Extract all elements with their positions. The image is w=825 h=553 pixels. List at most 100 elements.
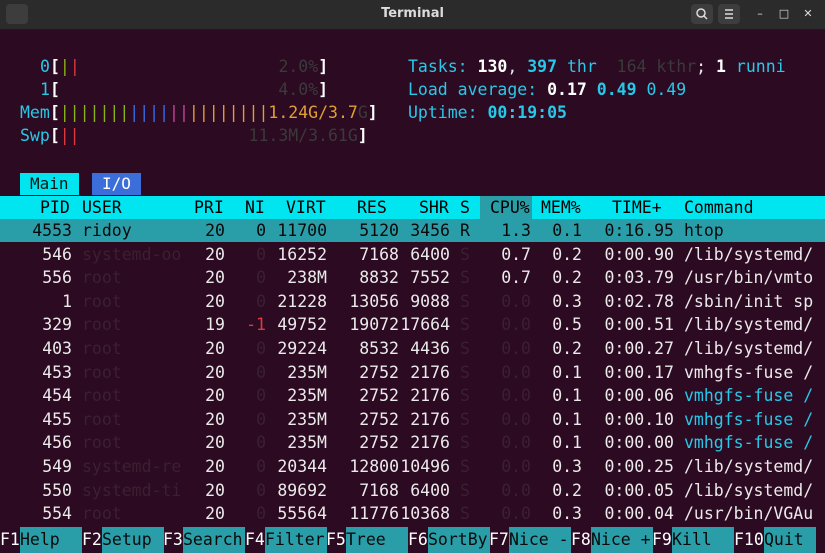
- cell-shr: 10496: [400, 457, 450, 476]
- cell-virt: 55564: [277, 504, 327, 524]
- cell-pid: 549: [42, 457, 72, 476]
- cell-user: root: [82, 315, 122, 335]
- cell-user: root: [82, 362, 122, 382]
- cell-pid: 546: [42, 244, 72, 264]
- cell-pid: 550: [42, 480, 72, 500]
- cell-ni: 0: [256, 386, 266, 406]
- cell-pri: 20: [205, 339, 225, 358]
- col-cpu[interactable]: CPU%: [480, 196, 532, 219]
- col-user[interactable]: USER: [82, 196, 122, 219]
- cell-s: R: [460, 221, 470, 240]
- fkey-f2-button[interactable]: Setup: [102, 527, 164, 553]
- fkey-f6-button[interactable]: SortBy: [428, 527, 490, 553]
- cell-res: 2752: [359, 433, 399, 453]
- table-row[interactable]: 329 root 19 -1 49752 19072 17664 S 0.0 0.5 0:00.51…: [0, 313, 825, 336]
- cell-user: systemd-re: [82, 457, 182, 476]
- table-row[interactable]: 554 root 20 0 55564 11776 10368 S 0.0 0.3 0:00.04 /…: [0, 502, 825, 525]
- fkey-f7-button[interactable]: Nice -: [509, 527, 571, 553]
- cell-pri: 20: [205, 409, 225, 429]
- window-titlebar: Terminal – □ ✕: [0, 0, 825, 30]
- cell-shr: 2176: [410, 433, 450, 453]
- menu-icon[interactable]: [718, 4, 740, 24]
- table-row[interactable]: 1 root 20 0 21228 13056 9088 S 0.0 0.3 0:02.78/sbi…: [0, 290, 825, 313]
- cell-ni: 0: [256, 268, 266, 288]
- tab-main[interactable]: Main: [20, 173, 79, 195]
- fkey-f3: F3: [163, 530, 183, 549]
- cell-mem: 0.1: [552, 409, 582, 429]
- cell-pid: 453: [42, 362, 72, 382]
- cell-cmd: /usr/bin/vmto: [684, 268, 814, 288]
- table-row[interactable]: 549 systemd-re 20 0 20344 12800 10496 S 0.0 0.3 0:…: [0, 455, 825, 478]
- tasks-info: Tasks: 130, 397 thr 164 kthr; 1 runni: [408, 57, 786, 76]
- table-row[interactable]: 546 systemd-oo 20 0 16252 7168 6400 S 0.7 0.2 0:00…: [0, 243, 825, 266]
- cell-time: 0:16.95: [604, 221, 674, 240]
- table-row[interactable]: 403 root 20 0 29224 8532 4436 S 0.0 0.2 0:00.27/li…: [0, 337, 825, 360]
- cell-pri: 20: [205, 480, 225, 500]
- cell-virt: 29224: [277, 339, 327, 358]
- cell-user: root: [82, 291, 122, 311]
- cell-pid: 4553: [32, 221, 72, 240]
- cell-pid: 556: [42, 268, 72, 288]
- fkey-f5-button[interactable]: Tree: [346, 527, 408, 553]
- swap-meter: Swp[|| 11.3M/3.61G]: [20, 126, 368, 145]
- cell-mem: 0.3: [552, 291, 582, 311]
- col-pri[interactable]: PRI: [194, 196, 224, 219]
- col-mem[interactable]: MEM%: [541, 196, 581, 219]
- mem-meter: Mem[|||||||||||||||||||||1.24G/3.7G]: [20, 103, 378, 122]
- table-row[interactable]: 556 root 20 0 238M 8832 7552 S 0.7 0.2 0:03.79/usr…: [0, 266, 825, 289]
- fkey-f9-button[interactable]: Kill: [672, 527, 734, 553]
- col-shr[interactable]: SHR: [419, 196, 449, 219]
- col-s[interactable]: S: [460, 196, 470, 219]
- cell-mem: 0.1: [552, 386, 582, 406]
- cell-mem: 0.2: [552, 268, 582, 288]
- cell-s: S: [460, 504, 470, 524]
- fkey-f8-button[interactable]: Nice +: [591, 527, 653, 553]
- table-row[interactable]: 453 root 20 0 235M 2752 2176 S 0.0 0.1 0:00.17 vmhg…: [0, 361, 825, 384]
- col-time[interactable]: TIME+: [612, 196, 662, 219]
- cpu1-meter: 1[ 4.0%]: [40, 80, 329, 99]
- cell-pri: 20: [205, 244, 225, 264]
- cell-s: S: [460, 457, 470, 476]
- cell-s: S: [460, 362, 470, 382]
- col-command[interactable]: Command: [684, 196, 754, 219]
- table-row[interactable]: 550 systemd-ti 20 0 89692 7168 6400 S 0.0 0.2 0:00…: [0, 479, 825, 502]
- load-average-info: Load average: 0.17 0.49 0.49: [408, 80, 687, 99]
- cell-time: 0:00.05: [604, 480, 674, 500]
- cell-pid: 554: [42, 504, 72, 524]
- fkey-f1-button[interactable]: Help: [20, 527, 82, 553]
- table-row[interactable]: 456 root 20 0 235M 2752 2176 S 0.0 0.1 0:00.00 vmhg…: [0, 431, 825, 454]
- cell-cmd: /lib/systemd/: [684, 244, 814, 264]
- fkey-f3-button[interactable]: Search: [183, 527, 245, 553]
- col-virt[interactable]: VIRT: [286, 196, 326, 219]
- cell-res: 13056: [349, 291, 399, 311]
- cell-ni: -1: [246, 315, 266, 335]
- minimize-icon[interactable]: –: [752, 6, 768, 22]
- table-row[interactable]: 454 root 20 0 235M 2752 2176 S 0.0 0.1 0:00.06 vmhg…: [0, 384, 825, 407]
- cell-user: root: [82, 409, 122, 429]
- maximize-icon[interactable]: □: [776, 6, 792, 22]
- tab-io[interactable]: I/O: [92, 173, 141, 195]
- cell-s: S: [460, 291, 470, 311]
- close-icon[interactable]: ✕: [800, 6, 816, 22]
- cell-user: systemd-oo: [82, 244, 182, 264]
- fkey-f4-button[interactable]: Filter: [265, 527, 327, 553]
- cell-s: S: [460, 315, 470, 335]
- col-pid[interactable]: PID: [40, 196, 70, 219]
- cell-cmd: /lib/systemd/: [684, 315, 814, 335]
- table-row[interactable]: 4553 ridoy 20 0 11700 5120 3456 R 1.3 0.1 0:16.95 h…: [0, 219, 825, 242]
- cell-cpu: 0.0: [501, 433, 531, 453]
- cell-user: root: [82, 386, 122, 406]
- col-ni[interactable]: NI: [245, 196, 265, 219]
- table-row[interactable]: 455 root 20 0 235M 2752 2176 S 0.0 0.1 0:00.10 vmhg…: [0, 408, 825, 431]
- cell-res: 7168: [359, 244, 399, 264]
- cell-virt: 238M: [287, 268, 327, 288]
- cell-cpu: 0.0: [501, 291, 531, 311]
- col-res[interactable]: RES: [357, 196, 387, 219]
- cell-pri: 20: [205, 386, 225, 406]
- search-icon[interactable]: [691, 4, 713, 24]
- cell-ni: 0: [256, 409, 266, 429]
- cell-shr: 2176: [410, 362, 450, 382]
- fkey-f10-button[interactable]: Quit: [764, 527, 816, 553]
- cell-res: 8532: [359, 339, 399, 358]
- cell-res: 11776: [349, 504, 399, 524]
